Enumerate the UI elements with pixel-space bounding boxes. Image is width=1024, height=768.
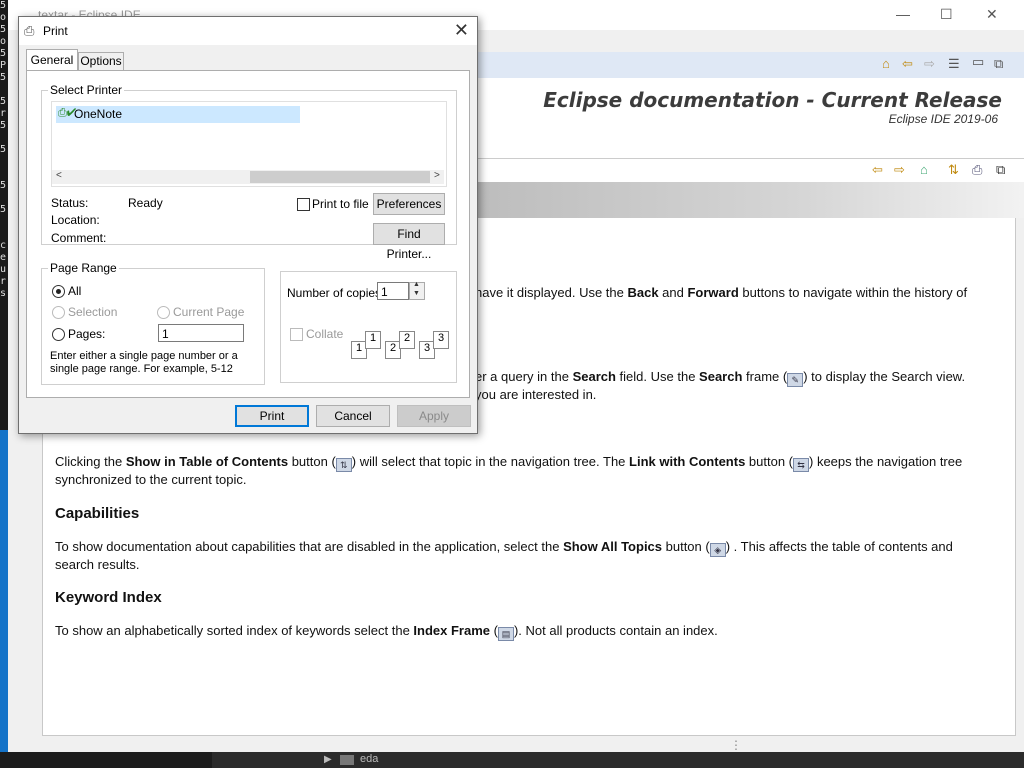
print-icon[interactable]: ⎙ — [972, 162, 982, 178]
dialog-close-button[interactable]: ✕ — [454, 20, 469, 41]
scroll-right-icon[interactable]: > — [434, 170, 440, 181]
paragraph-capabilities: To show documentation about capabilities… — [55, 539, 953, 572]
pages-radio[interactable] — [52, 328, 65, 341]
banner-subtitle: Eclipse IDE 2019-06 — [888, 112, 998, 126]
paragraph-search: er a query in the Search field. Use the … — [475, 369, 966, 402]
find-printer-button[interactable]: Find Printer... — [373, 223, 445, 261]
tab-options[interactable]: Options — [78, 52, 124, 71]
location-label: Location: — [51, 213, 100, 227]
help-banner: Eclipse documentation - Current Release … — [478, 78, 1024, 158]
forward-arrow-icon[interactable]: ⇨ — [924, 56, 935, 72]
status-value: Ready — [128, 196, 163, 210]
search-frame-icon: ✎ — [787, 373, 804, 387]
printer-item-onenote[interactable]: ⎙✔ OneNote — [56, 106, 300, 123]
page-icon: 2 — [399, 331, 415, 349]
dialog-title-bar: ⎙ Print ✕ — [19, 17, 477, 45]
preferences-button[interactable]: Preferences — [373, 193, 445, 215]
show-all-topics-icon: ◈ — [709, 543, 726, 557]
toc-icon[interactable]: ☰ — [948, 56, 960, 72]
collate-checkbox[interactable] — [290, 328, 303, 341]
decorative-banner — [478, 182, 1024, 218]
content-toolbar: ⇦ ⇨ ⌂ ⇅ ⎙ ⧉ — [478, 158, 1024, 184]
pages-label: Pages: — [68, 327, 106, 341]
maximize-view-icon[interactable]: ⧉ — [996, 162, 1005, 178]
page-icon: 3 — [433, 331, 449, 349]
home-icon[interactable]: ⌂ — [920, 162, 928, 177]
current-page-label: Current Page — [173, 305, 245, 319]
comment-label: Comment: — [51, 231, 107, 245]
banner-title: Eclipse documentation - Current Release — [543, 88, 1002, 112]
spin-down-icon[interactable]: ▼ — [413, 290, 420, 297]
cancel-button[interactable]: Cancel — [316, 405, 390, 427]
dialog-title: Print — [43, 24, 68, 38]
current-page-radio[interactable] — [157, 306, 170, 319]
play-icon: ▶ — [324, 754, 332, 765]
print-to-file-label: Print to file — [312, 197, 369, 211]
help-toolbar: ⌂ ⇦ ⇨ ☰ ▭ ⧉ — [478, 52, 1024, 79]
paragraph-keyword-index: To show an alphabetically sorted index o… — [55, 623, 718, 641]
scrollbar-thumb[interactable] — [250, 171, 430, 183]
desktop-strip — [0, 430, 8, 768]
printer-name: OneNote — [74, 107, 123, 121]
maximize-button[interactable]: ☐ — [940, 6, 953, 23]
collate-illustration: 1 1 2 2 3 3 — [349, 327, 449, 361]
maximize-view-icon[interactable]: ⧉ — [994, 56, 1003, 72]
home-icon[interactable]: ⌂ — [882, 56, 890, 71]
heading-keyword-index: Keyword Index — [55, 589, 162, 606]
page-range-hint: Enter either a single page number or a s… — [50, 350, 238, 375]
tab-general[interactable]: General — [26, 49, 78, 70]
page-icon: 1 — [365, 331, 381, 349]
copies-label: Number of copies: — [287, 286, 385, 300]
back-arrow-icon[interactable]: ⇦ — [872, 162, 883, 178]
minimize-button[interactable]: — — [896, 6, 910, 22]
spin-up-icon[interactable]: ▲ — [413, 281, 420, 288]
selection-radio[interactable] — [52, 306, 65, 319]
folder-icon — [340, 755, 354, 765]
close-window-button[interactable]: ✕ — [986, 6, 998, 23]
printer-list[interactable]: ⎙✔ OneNote < > — [51, 101, 447, 187]
general-tab-panel: Select Printer ⎙✔ OneNote < > Status: Re… — [26, 70, 470, 398]
scroll-left-icon[interactable]: < — [56, 170, 62, 181]
horizontal-scrollbar[interactable]: < > — [52, 170, 444, 184]
show-in-toc-icon: ⇅ — [335, 458, 352, 472]
copies-input[interactable]: 1 — [377, 282, 409, 300]
paragraph-history: have it displayed. Use the Back and Forw… — [475, 285, 968, 300]
copies-spinner[interactable]: ▲ ▼ — [409, 281, 425, 300]
all-label: All — [68, 284, 82, 298]
pages-input[interactable]: 1 — [158, 324, 244, 342]
back-arrow-icon[interactable]: ⇦ — [902, 56, 913, 72]
link-with-contents-icon: ⇆ — [793, 458, 810, 472]
select-printer-label: Select Printer — [50, 83, 123, 97]
selection-label: Selection — [68, 305, 118, 319]
index-frame-icon: ▤ — [497, 627, 514, 641]
print-to-file-checkbox[interactable] — [297, 198, 310, 211]
forward-arrow-icon[interactable]: ⇨ — [894, 162, 905, 178]
collate-label: Collate — [306, 327, 344, 341]
minimize-view-icon[interactable]: ▭ — [972, 54, 984, 70]
heading-capabilities: Capabilities — [55, 505, 140, 522]
status-label: Status: — [51, 196, 89, 210]
page-range-label: Page Range — [50, 261, 117, 275]
resize-handle[interactable]: ⋮ — [730, 738, 742, 752]
print-button[interactable]: Print — [235, 405, 309, 427]
all-radio[interactable] — [52, 285, 65, 298]
show-in-toc-icon[interactable]: ⇅ — [948, 162, 959, 178]
bottom-bar: ▶ eda — [0, 752, 1024, 768]
print-dialog: ⎙ Print ✕ General Options Select Printer… — [18, 16, 478, 434]
printer-icon: ⎙ — [24, 23, 35, 38]
apply-button[interactable]: Apply — [397, 405, 471, 427]
taskbar-item[interactable]: eda — [360, 753, 378, 765]
paragraph-link-contents: Clicking the Show in Table of Contents b… — [55, 454, 963, 487]
